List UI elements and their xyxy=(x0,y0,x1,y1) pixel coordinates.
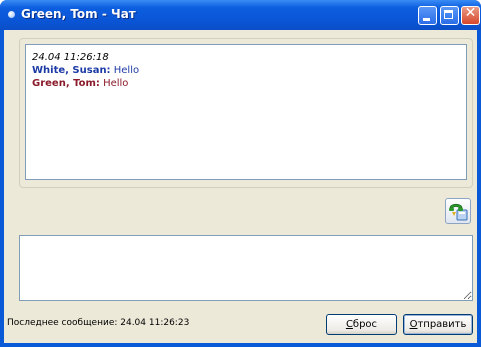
reset-label: брос xyxy=(352,319,378,330)
message-timestamp: 24.04 11:26:18 xyxy=(32,52,109,63)
message-text: Hello xyxy=(110,65,140,76)
last-message-status: Последнее сообщение: 24.04 11:26:23 xyxy=(7,318,190,328)
window-icon xyxy=(8,11,15,18)
send-button[interactable]: Отправить xyxy=(403,314,473,335)
call-transfer-button[interactable] xyxy=(445,198,471,224)
window-client-area: 24.04 11:26:18 White, Susan: Hello Green… xyxy=(4,30,477,343)
reset-button[interactable]: Сброс xyxy=(326,314,397,335)
maximize-icon xyxy=(444,10,453,19)
message-row: White, Susan: Hello xyxy=(32,64,460,77)
window-title: Green, Tom - Чат xyxy=(21,7,136,21)
message-sender: Green, Tom: xyxy=(32,78,100,89)
close-button[interactable]: ✕ xyxy=(461,5,480,25)
minimize-button[interactable] xyxy=(418,6,437,25)
minimize-icon xyxy=(423,18,430,21)
message-text: Hello xyxy=(99,78,129,89)
maximize-button[interactable] xyxy=(440,6,459,25)
title-bar[interactable]: Green, Tom - Чат ✕ xyxy=(0,0,481,30)
send-label: тправить xyxy=(417,319,467,330)
phone-transfer-icon xyxy=(449,203,468,221)
reset-hotkey: С xyxy=(345,319,353,330)
message-row: Green, Tom: Hello xyxy=(32,77,460,90)
close-icon: ✕ xyxy=(464,5,477,21)
chat-window: Green, Tom - Чат ✕ 24.04 11:26:18 White,… xyxy=(0,0,481,347)
chat-log[interactable]: 24.04 11:26:18 White, Susan: Hello Green… xyxy=(25,44,467,180)
message-input[interactable] xyxy=(19,235,473,301)
message-sender: White, Susan: xyxy=(32,65,111,76)
